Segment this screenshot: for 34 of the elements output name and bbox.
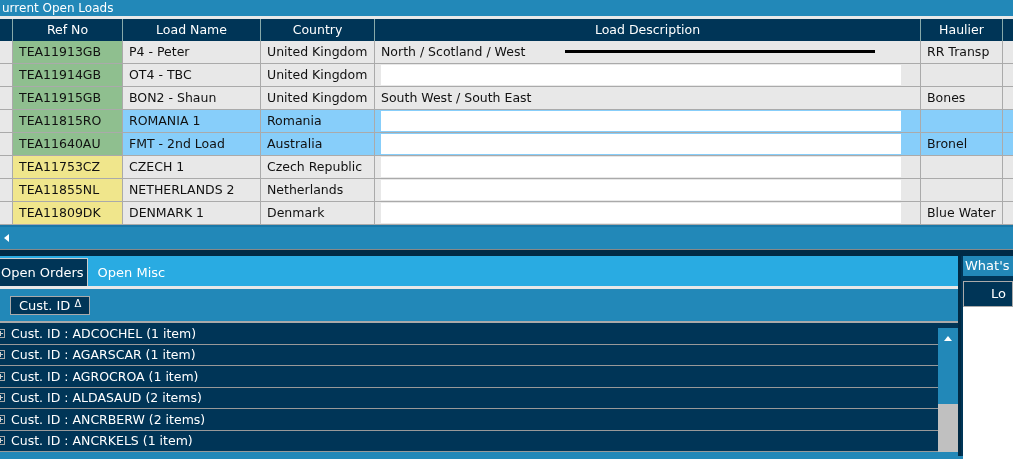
table-row[interactable]: TEA11914GB OT4 - TBC United Kingdom bbox=[0, 64, 1013, 87]
table-cell: TEA11809DK bbox=[13, 202, 123, 225]
table-cell: TEA11753CZ bbox=[13, 156, 123, 179]
scroll-up-icon[interactable] bbox=[938, 328, 958, 349]
table-row[interactable]: TEA11913GB P4 - Peter United Kingdom North / Scotland / West RR Transp bbox=[0, 41, 1013, 64]
column-header[interactable]: Lo bbox=[963, 281, 1013, 307]
panel-title[interactable]: What's bbox=[963, 256, 1013, 276]
group-row[interactable]: Cust. ID : ANCRBERW (2 items) bbox=[0, 409, 938, 431]
tab[interactable]: Open Orders bbox=[0, 258, 88, 286]
group-row[interactable]: Cust. ID : AGARSCAR (1 item) bbox=[0, 344, 938, 366]
table-row[interactable]: TEA11815RO ROMANIA 1 Romania bbox=[0, 110, 1013, 133]
table-cell: TEA11815RO bbox=[13, 110, 123, 133]
scrollbar-thumb[interactable] bbox=[938, 349, 958, 404]
panel-title: urrent Open Loads bbox=[1, 1, 114, 15]
table-row[interactable]: TEA11640AU FMT - 2nd Load Australia Bronel bbox=[0, 133, 1013, 156]
group-row[interactable]: Cust. ID : ALDASAUD (2 items) bbox=[0, 387, 938, 409]
table-cell: TEA11855NL bbox=[13, 179, 123, 202]
group-row[interactable]: Cust. ID : ADCOCHEL (1 item) bbox=[0, 323, 938, 345]
table-cell: North / Scotland / West bbox=[381, 44, 526, 59]
group-by-button[interactable]: Cust. ID Δ bbox=[10, 295, 91, 315]
table-row[interactable]: TEA11915GB BON2 - Shaun United Kingdom South West / South East Bones bbox=[0, 87, 1013, 110]
table-row[interactable]: TEA11809DK DENMARK 1 Denmark Blue Water bbox=[0, 202, 1013, 225]
table-row[interactable]: TEA11753CZ CZECH 1 Czech Republic bbox=[0, 156, 1013, 179]
table-cell: TEA11913GB bbox=[13, 41, 123, 64]
table-cell: TEA11914GB bbox=[13, 64, 123, 87]
group-row[interactable]: Cust. ID : ANCRKELS (1 item) bbox=[0, 430, 938, 452]
table-cell: South West / South East bbox=[381, 90, 532, 105]
vertical-scrollbar[interactable] bbox=[938, 323, 958, 452]
table-cell: TEA11640AU bbox=[13, 133, 123, 156]
splitter-bar[interactable] bbox=[0, 249, 1013, 256]
table-cell: TEA11915GB bbox=[13, 87, 123, 110]
group-row[interactable]: Cust. ID : AGROCROA (1 item) bbox=[0, 366, 938, 388]
table-row[interactable]: TEA11855NL NETHERLANDS 2 Netherlands bbox=[0, 179, 1013, 202]
scroll-left-icon[interactable] bbox=[4, 234, 9, 242]
